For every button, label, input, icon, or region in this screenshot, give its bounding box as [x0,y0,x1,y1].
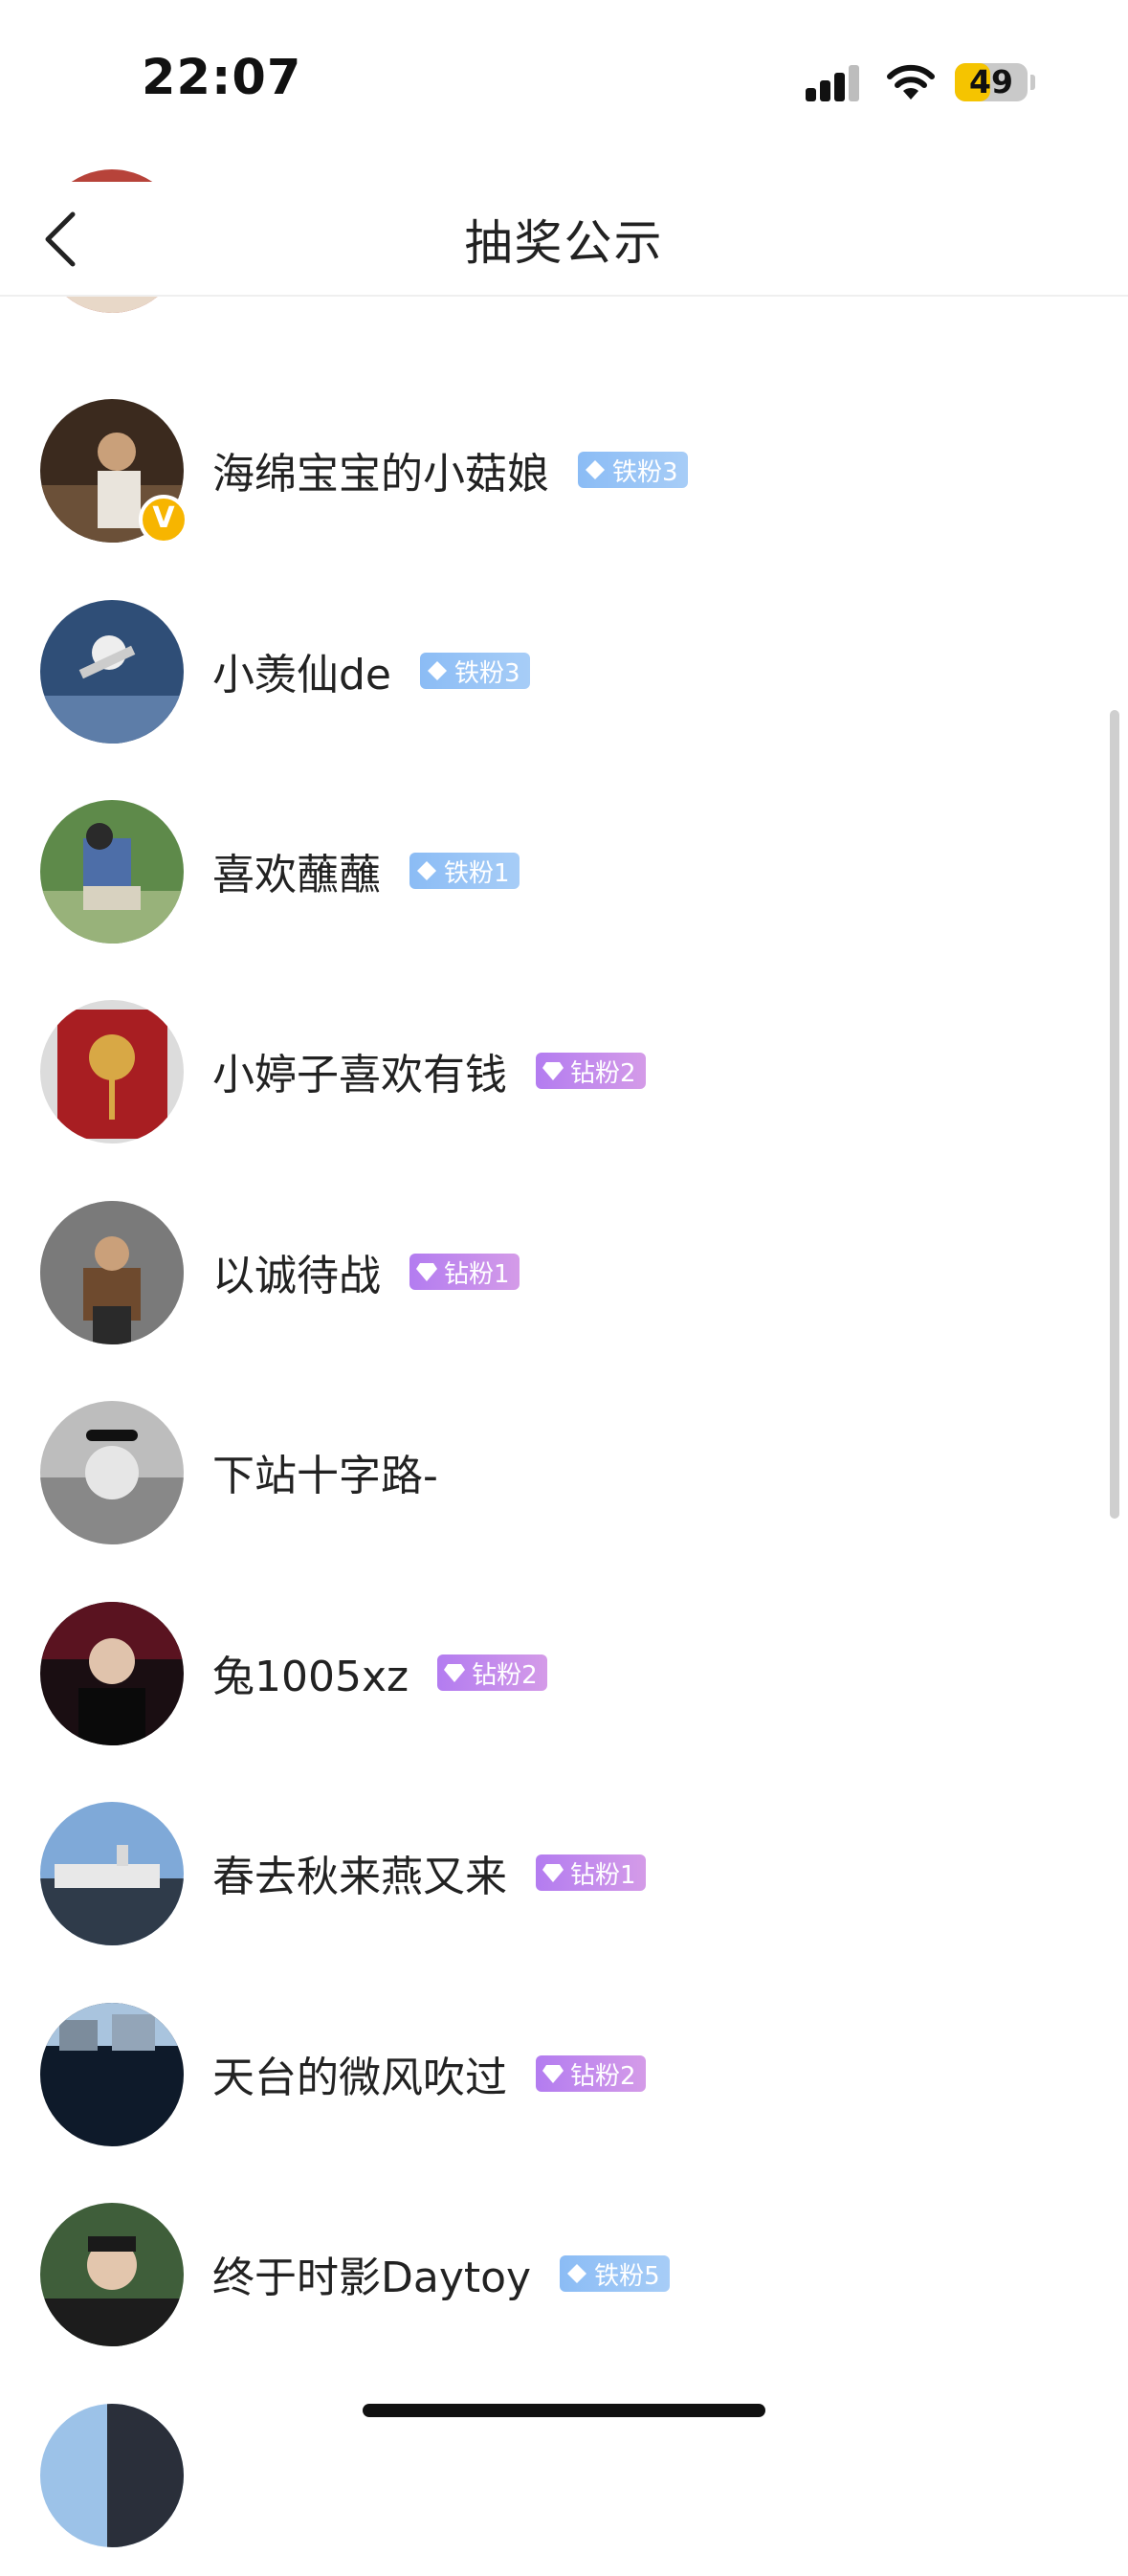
fan-badge: 钻粉1 [536,1854,646,1891]
avatar [40,1602,184,1745]
diamond-icon [444,1664,466,1682]
fan-badge: 钻粉2 [437,1654,547,1691]
winner-name: 小羡仙de [212,651,391,700]
avatar [40,1802,184,1945]
fan-badge: 钻粉2 [536,1053,646,1089]
winner-name-row: 海绵宝宝的小菇娘 铁粉3 [212,439,688,500]
diamond-icon [542,1864,564,1882]
list-item[interactable]: V 海绵宝宝的小菇娘 铁粉3 [0,370,1128,571]
fan-badge-label: 铁粉1 [444,858,510,888]
winner-name-row: 兔1005xz 钻粉2 [212,1642,547,1703]
fan-badge: 铁粉5 [560,2255,670,2292]
winner-name: 天台的微风吹过 [212,2054,507,2102]
fan-badge: 钻粉1 [409,1254,520,1290]
avatar [40,1401,184,1544]
fan-badge: 铁粉1 [409,853,520,889]
diamond-icon [542,1062,564,1080]
list-item[interactable]: 以诚待战 钻粉1 [0,1172,1128,1373]
avatar [40,2203,184,2346]
winner-name-row: 下站十字路- [212,1441,438,1502]
winner-name-row: 春去秋来燕又来 钻粉1 [212,1842,646,1903]
winner-name: 以诚待战 [212,1252,381,1300]
diamond-icon [586,460,605,479]
diamond-icon [428,661,447,680]
fan-badge-label: 铁粉3 [454,658,520,688]
winner-name: 小婷子喜欢有钱 [212,1051,507,1099]
diamond-icon [567,2264,587,2283]
fan-badge-label: 钻粉1 [444,1259,510,1289]
winner-name-row: 天台的微风吹过 钻粉2 [212,2043,646,2104]
list-item[interactable]: 下站十字路- [0,1372,1128,1573]
winner-list: V 海绵宝宝的小菇娘 铁粉3 小羡仙de 铁粉3 喜欢蘸蘸 铁粉1 小婷子喜欢有… [0,0,1128,2547]
fan-badge-label: 钻粉2 [570,2061,636,2091]
avatar [40,2003,184,2146]
list-item[interactable]: 小羡仙de 铁粉3 [0,571,1128,772]
fan-badge: 铁粉3 [420,653,530,689]
winner-name-row: 喜欢蘸蘸 铁粉1 [212,840,520,901]
winner-name-row: 小婷子喜欢有钱 钻粉2 [212,1040,646,1101]
winner-name: 终于时影Daytoy [212,2254,532,2302]
winner-name: 下站十字路- [212,1452,438,1500]
winner-name: 春去秋来燕又来 [212,1853,507,1901]
verified-badge-icon: V [139,495,188,544]
fan-badge: 铁粉3 [578,452,688,488]
fan-badge: 钻粉2 [536,2055,646,2092]
fan-badge-label: 钻粉2 [472,1660,538,1690]
avatar [40,600,184,744]
winner-name: 海绵宝宝的小菇娘 [212,450,549,499]
winner-name: 兔1005xz [212,1653,409,1701]
list-item[interactable]: 小婷子喜欢有钱 钻粉2 [0,971,1128,1172]
nav-bar: 抽奖公示 [0,182,1128,297]
avatar [40,2404,184,2547]
list-item[interactable]: 春去秋来燕又来 钻粉1 [0,1773,1128,1974]
home-indicator[interactable] [363,2404,765,2417]
diamond-icon [416,1263,437,1281]
list-item[interactable]: 终于时影Daytoy 铁粉5 [0,2174,1128,2375]
winner-name: 喜欢蘸蘸 [212,851,381,899]
winner-name-row: 以诚待战 钻粉1 [212,1241,520,1302]
fan-badge-label: 铁粉3 [612,457,678,487]
list-item[interactable]: 兔1005xz 钻粉2 [0,1573,1128,1774]
diamond-icon [417,861,436,880]
winner-name-row: 小羡仙de 铁粉3 [212,640,530,701]
page-title: 抽奖公示 [464,215,664,271]
avatar [40,1000,184,1144]
list-item[interactable]: 喜欢蘸蘸 铁粉1 [0,771,1128,972]
fan-badge-label: 钻粉1 [570,1860,636,1890]
diamond-icon [542,2065,564,2083]
list-item[interactable]: 天台的微风吹过 钻粉2 [0,1974,1128,2175]
fan-badge-label: 钻粉2 [570,1058,636,1088]
scrollbar[interactable] [1110,710,1119,1519]
fan-badge-label: 铁粉5 [594,2261,660,2291]
avatar [40,800,184,944]
winner-name-row: 终于时影Daytoy 铁粉5 [212,2243,670,2304]
avatar [40,1201,184,1344]
